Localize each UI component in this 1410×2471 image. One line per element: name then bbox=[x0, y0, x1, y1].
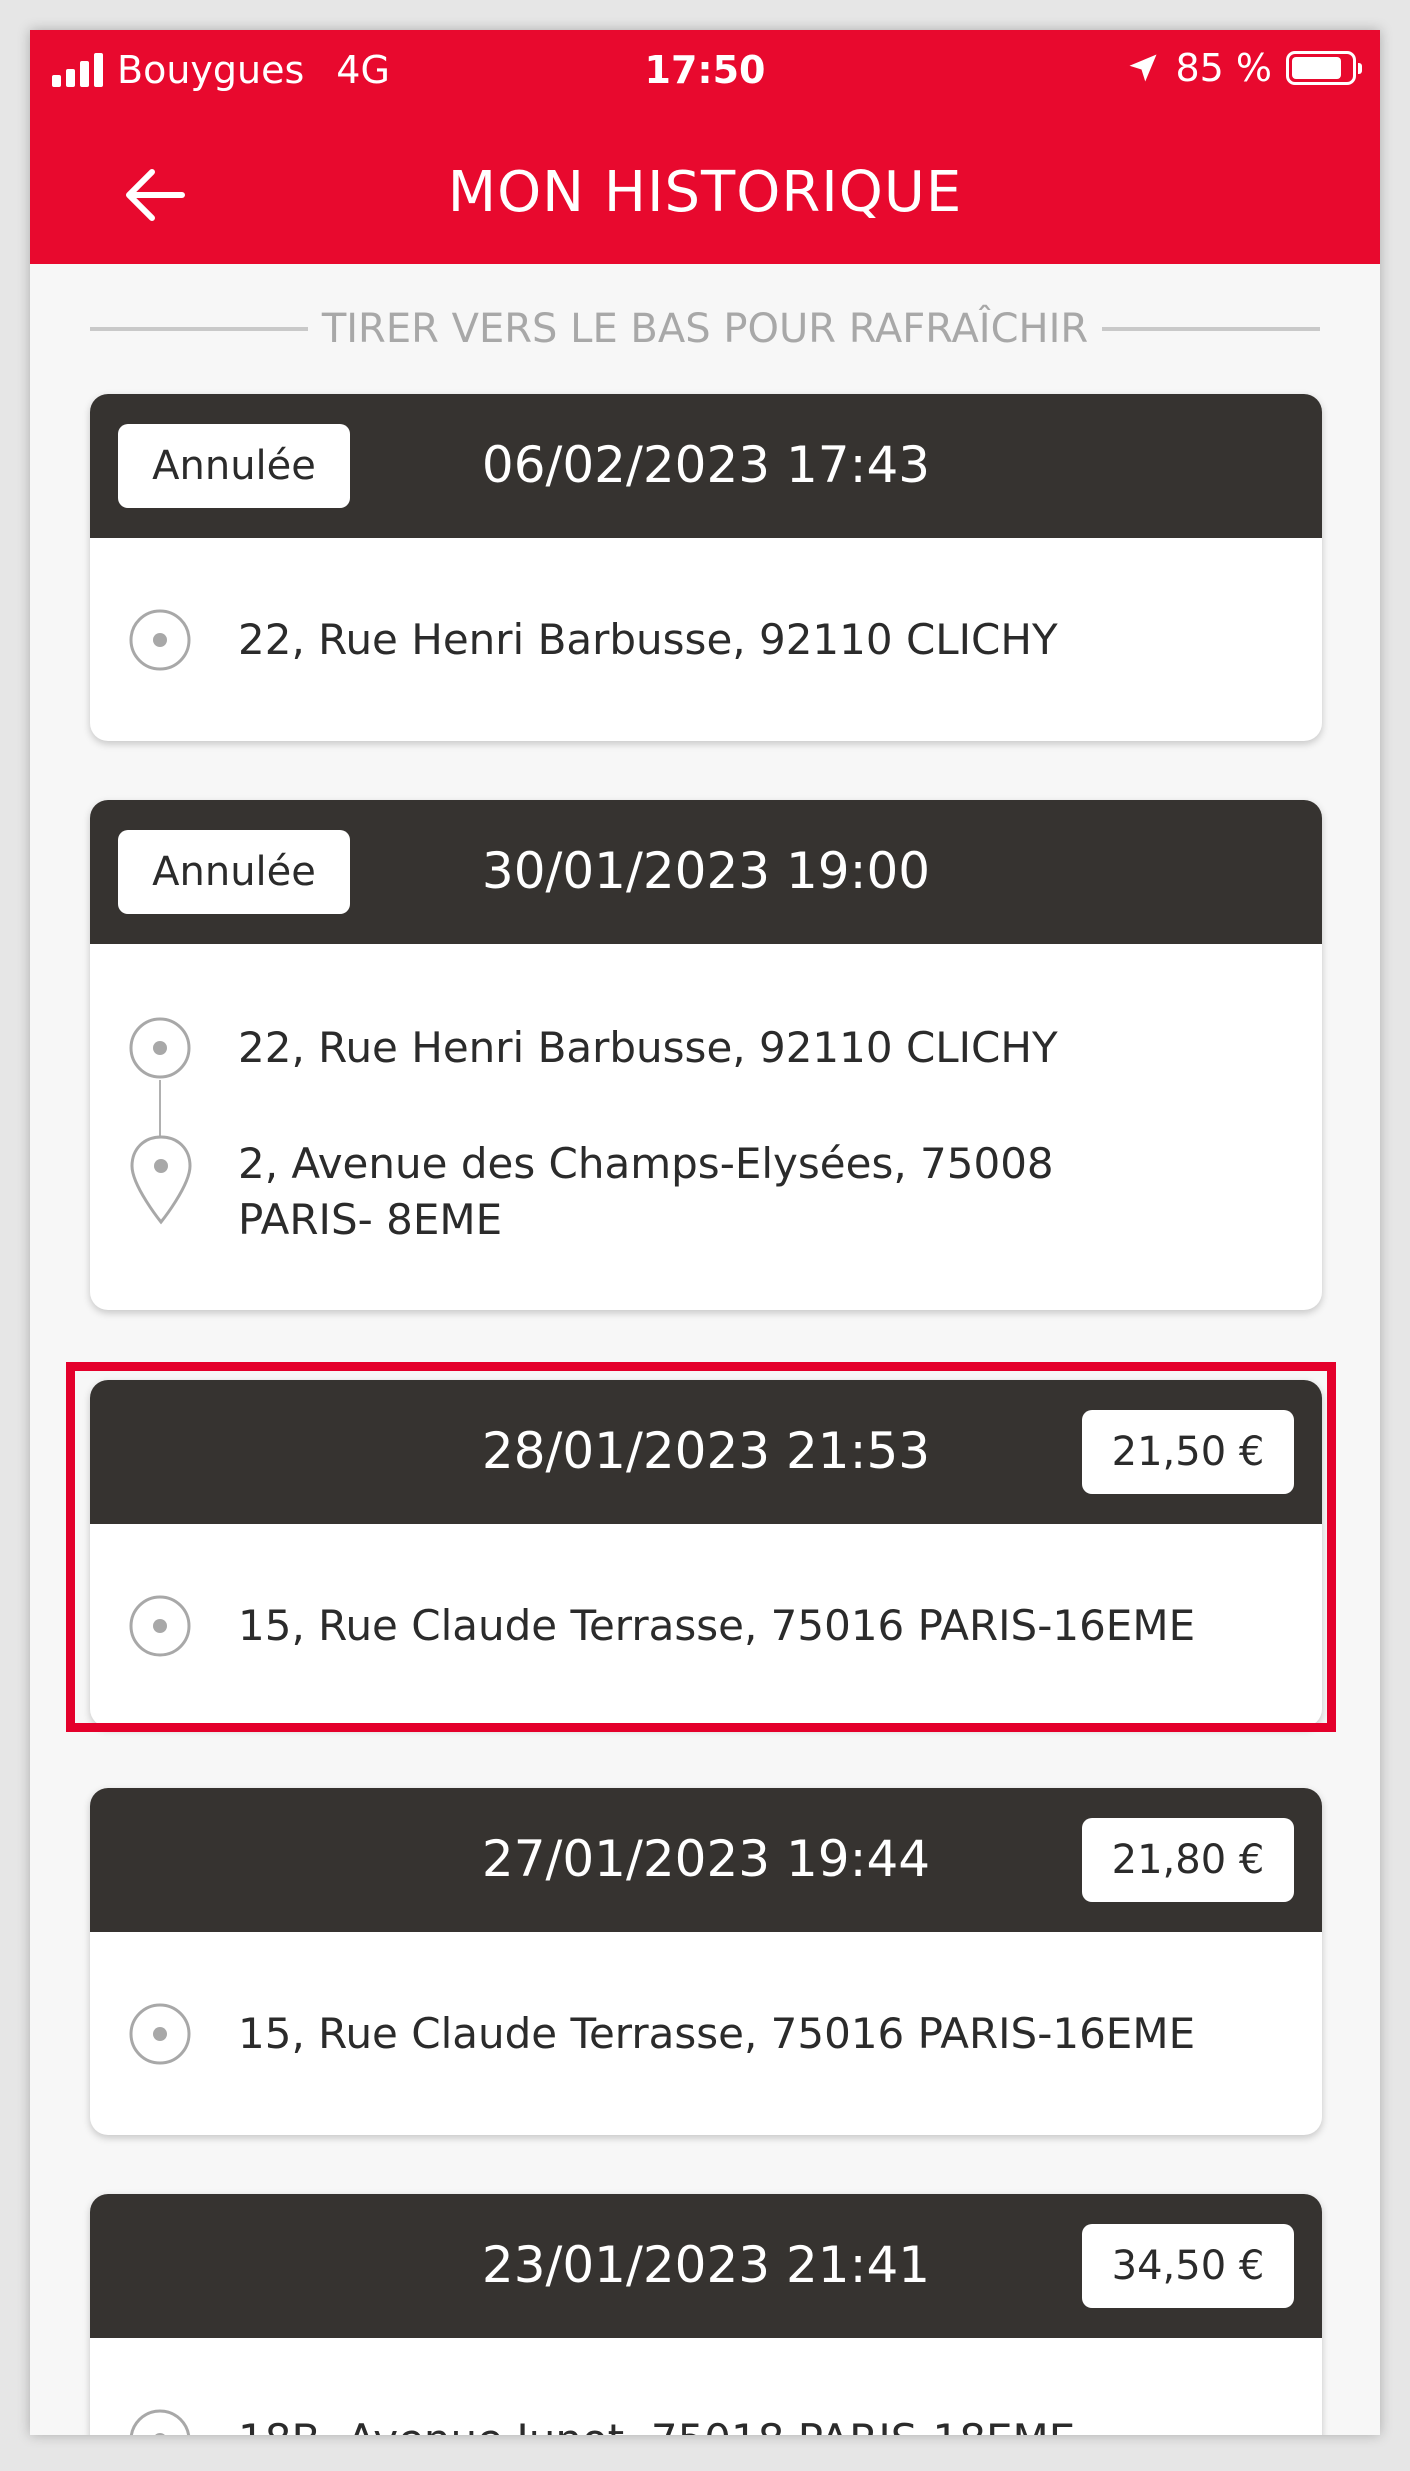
ride-card[interactable]: 23/01/2023 21:41 34,50 € 18B, Avenue Jun… bbox=[90, 2194, 1322, 2435]
price-badge: 21,80 € bbox=[1082, 1818, 1294, 1902]
divider bbox=[1102, 327, 1321, 331]
ride-date: 30/01/2023 19:00 bbox=[481, 842, 931, 900]
radio-dot-icon bbox=[129, 1595, 191, 1657]
origin-address: 22, Rue Henri Barbusse, 92110 CLICHY bbox=[238, 615, 1058, 664]
radio-dot-icon bbox=[129, 2409, 191, 2435]
destination-line: PARIS- 8EME bbox=[238, 1195, 503, 1244]
status-bar: Bouygues 4G 17:50 85 % bbox=[30, 30, 1380, 120]
battery-icon bbox=[1286, 51, 1362, 85]
ride-card-header: 23/01/2023 21:41 34,50 € bbox=[90, 2194, 1322, 2338]
nav-bar: MON HISTORIQUE bbox=[30, 130, 1380, 250]
ride-card-header: 28/01/2023 21:53 21,50 € bbox=[90, 1380, 1322, 1524]
app-header: Bouygues 4G 17:50 85 % MON HISTORIQUE bbox=[30, 30, 1380, 264]
ride-date: 06/02/2023 17:43 bbox=[481, 436, 931, 494]
divider bbox=[90, 327, 308, 331]
radio-dot-icon bbox=[129, 1017, 191, 1079]
pull-to-refresh-hint: TIRER VERS LE BAS POUR RAFRAÎCHIR bbox=[90, 306, 1321, 352]
location-arrow-icon bbox=[1129, 54, 1157, 82]
price-badge: 21,50 € bbox=[1082, 1410, 1294, 1494]
ride-card[interactable]: Annulée 06/02/2023 17:43 22, Rue Henri B… bbox=[90, 394, 1322, 741]
ride-card-body: 15, Rue Claude Terrasse, 75016 PARIS-16E… bbox=[90, 1524, 1322, 1727]
phone-screen: Bouygues 4G 17:50 85 % MON HISTORIQUE TI… bbox=[30, 30, 1380, 2435]
ride-card-body: 18B, Avenue Junot, 75018 PARIS-18EME bbox=[90, 2338, 1322, 2435]
ride-card-header: 27/01/2023 19:44 21,80 € bbox=[90, 1788, 1322, 1932]
ride-card[interactable]: 28/01/2023 21:53 21,50 € 15, Rue Claude … bbox=[90, 1380, 1322, 1727]
refresh-hint-text: TIRER VERS LE BAS POUR RAFRAÎCHIR bbox=[321, 306, 1089, 352]
page-title: MON HISTORIQUE bbox=[447, 160, 963, 225]
map-pin-icon bbox=[130, 1135, 192, 1225]
destination-address: 2, Avenue des Champs-Elysées, 75008 PARI… bbox=[238, 1136, 1054, 1248]
radio-dot-icon bbox=[129, 2003, 191, 2065]
route-connector bbox=[159, 1080, 161, 1136]
radio-dot-icon bbox=[129, 609, 191, 671]
origin-address: 15, Rue Claude Terrasse, 75016 PARIS-16E… bbox=[238, 1601, 1196, 1650]
origin-address: 22, Rue Henri Barbusse, 92110 CLICHY bbox=[238, 1023, 1058, 1072]
destination-line: 2, Avenue des Champs-Elysées, 75008 bbox=[238, 1139, 1054, 1188]
ride-card-body: 22, Rue Henri Barbusse, 92110 CLICHY bbox=[90, 538, 1322, 741]
origin-address: 15, Rue Claude Terrasse, 75016 PARIS-16E… bbox=[238, 2009, 1196, 2058]
origin-address: 18B, Avenue Junot, 75018 PARIS-18EME bbox=[238, 2412, 1075, 2435]
ride-card[interactable]: Annulée 30/01/2023 19:00 22, Rue Henri B… bbox=[90, 800, 1322, 1310]
ride-card[interactable]: 27/01/2023 19:44 21,80 € 15, Rue Claude … bbox=[90, 1788, 1322, 2135]
price-badge: 34,50 € bbox=[1082, 2224, 1294, 2308]
ride-card-body: 15, Rue Claude Terrasse, 75016 PARIS-16E… bbox=[90, 1932, 1322, 2135]
status-right: 85 % bbox=[1125, 46, 1362, 90]
ride-card-header: Annulée 30/01/2023 19:00 bbox=[90, 800, 1322, 944]
ride-card-header: Annulée 06/02/2023 17:43 bbox=[90, 394, 1322, 538]
ride-card-body: 22, Rue Henri Barbusse, 92110 CLICHY 2, … bbox=[90, 944, 1322, 1310]
battery-percent: 85 % bbox=[1175, 46, 1272, 90]
